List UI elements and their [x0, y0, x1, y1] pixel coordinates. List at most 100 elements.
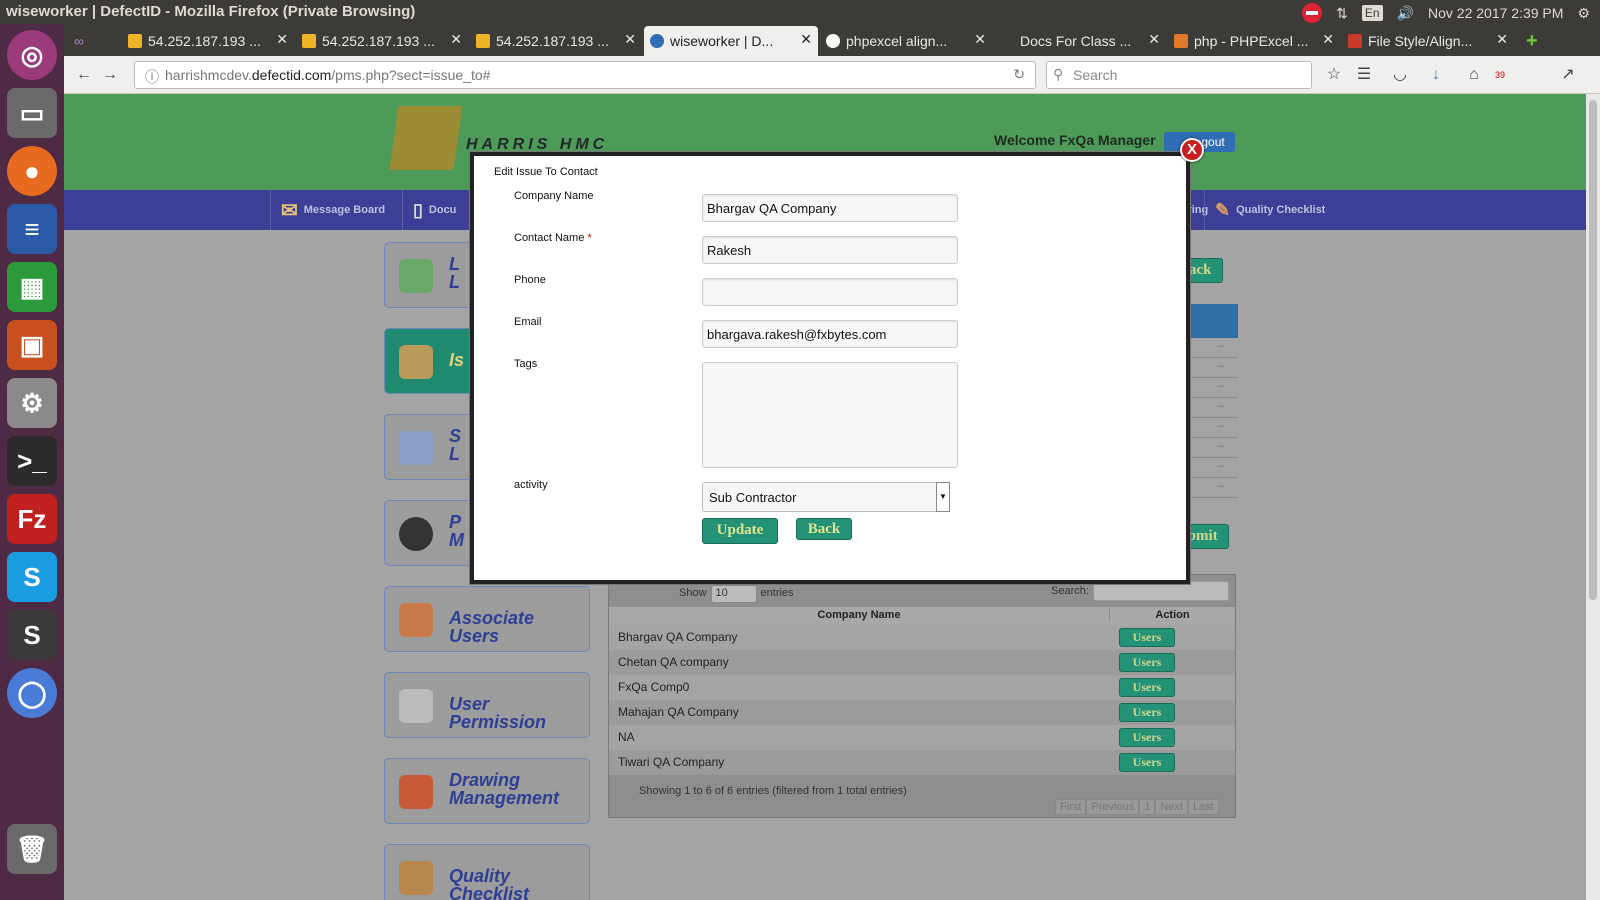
tab-close-icon[interactable]: ✕ [1322, 31, 1334, 48]
sublime-icon[interactable]: S [7, 610, 57, 660]
page-length-select[interactable]: 10 [710, 585, 757, 603]
tab-label: phpexcel align... [846, 33, 948, 49]
browser-tab[interactable]: php - PHPExcel ... ✕ [1168, 26, 1340, 56]
side-card-quality-checklist[interactable]: Quality Checklist [384, 844, 590, 900]
calc-icon[interactable]: ▦ [7, 262, 57, 312]
menu-message-board[interactable]: ✉ Message Board [270, 190, 402, 230]
company-name-cell: NA [618, 730, 635, 744]
ubuntu-dash-icon[interactable]: ◎ [7, 30, 57, 80]
keyboard-language[interactable]: En [1361, 5, 1383, 21]
settings-gear-icon[interactable]: ⚙ [1577, 5, 1590, 22]
launcher: ◎ ▭ ● ≡ ▦ ▣ ⚙ >_ Fz S S ◯ 🗑 [0, 24, 64, 900]
tab-close-icon[interactable]: ✕ [1496, 31, 1508, 48]
activity-select[interactable]: Sub Contractor ▼ [702, 482, 950, 512]
side-card-label: Drawing Management [449, 770, 560, 808]
menu-quality-checklist[interactable]: ✎ Quality Checklist [1204, 190, 1334, 230]
tab-close-icon[interactable]: ✕ [974, 31, 986, 48]
terminal-icon[interactable]: >_ [7, 436, 57, 486]
column-company-name[interactable]: Company Name [609, 609, 1109, 621]
addon-badge[interactable]: 39 [1488, 63, 1512, 87]
firefox-icon[interactable]: ● [7, 146, 57, 196]
pager-page-1[interactable]: 1 [1139, 799, 1156, 815]
users-button[interactable]: Users [1119, 728, 1175, 747]
table-search-input[interactable] [1093, 581, 1229, 601]
trash-icon[interactable]: 🗑 [7, 824, 57, 874]
update-button[interactable]: Update [702, 518, 778, 544]
users-button[interactable]: Users [1119, 628, 1175, 647]
pencil-icon [399, 775, 433, 809]
users-button[interactable]: Users [1119, 678, 1175, 697]
browser-tab[interactable]: Docs For Class ... ✕ [994, 26, 1166, 56]
company-name-field[interactable]: Bhargav QA Company [702, 194, 958, 222]
forward-arrow-icon[interactable]: → [98, 63, 122, 87]
url-bar[interactable]: ⓘ harrishmcdev.defectid.com/pms.php?sect… [134, 61, 1036, 89]
page-scrollbar[interactable] [1586, 94, 1600, 900]
contact-name-label-text: Contact Name [514, 232, 585, 244]
pager-last[interactable]: Last [1187, 799, 1219, 815]
network-icon[interactable]: ⇅ [1336, 5, 1348, 22]
scrollbar-thumb[interactable] [1589, 100, 1597, 600]
reading-list-icon[interactable]: ☰ [1352, 63, 1376, 87]
browser-tab[interactable]: phpexcel align... ✕ [820, 26, 992, 56]
impress-icon[interactable]: ▣ [7, 320, 57, 370]
chevron-down-icon[interactable]: ▼ [936, 482, 950, 512]
email-field[interactable]: bhargava.rakesh@fxbytes.com [702, 320, 958, 348]
phone-field[interactable] [702, 278, 958, 306]
tab-close-icon[interactable]: ✕ [276, 31, 288, 48]
browser-tab[interactable]: File Style/Align... ✕ [1342, 26, 1514, 56]
contact-name-field[interactable]: Rakesh [702, 236, 958, 264]
browser-tab[interactable]: 54.252.187.193 ... ✕ [470, 26, 642, 56]
browser-tab-bar: ∞ 54.252.187.193 ... ✕ 54.252.187.193 ...… [64, 24, 1600, 56]
dialog-back-button[interactable]: Back [796, 518, 852, 540]
no-entry-icon[interactable] [1302, 3, 1323, 23]
tags-textarea[interactable] [702, 362, 958, 468]
bookmark-star-icon[interactable]: ☆ [1322, 63, 1346, 87]
tab-close-icon[interactable]: ✕ [624, 31, 636, 48]
globe-folder-icon [399, 345, 433, 379]
dialog-close-button[interactable]: X [1180, 138, 1204, 162]
clock[interactable]: Nov 22 2017 2:39 PM [1428, 5, 1563, 21]
system-settings-icon[interactable]: ⚙ [7, 378, 57, 428]
tab-label: Docs For Class ... [1020, 33, 1132, 49]
new-tab-plus-icon[interactable]: + [1520, 26, 1550, 56]
chromium-icon[interactable]: ◯ [7, 668, 57, 718]
browser-toolbar: ← → ⓘ harrishmcdev.defectid.com/pms.php?… [64, 56, 1600, 94]
browser-tab-active[interactable]: wiseworker | D... ✕ [644, 26, 818, 56]
volume-icon[interactable]: 🔊 [1397, 5, 1414, 22]
side-card-label: Is [449, 350, 465, 370]
pager-first[interactable]: First [1055, 799, 1087, 815]
info-icon[interactable]: ⓘ [145, 67, 159, 87]
table-row: FxQa Comp0 Users [609, 675, 1235, 700]
pager-next[interactable]: Next [1155, 799, 1188, 815]
tab-close-icon[interactable]: ✕ [450, 31, 462, 48]
menu-documents[interactable]: ▯ Docu [402, 190, 462, 230]
download-icon[interactable]: ↓ [1424, 63, 1448, 87]
window-title: wiseworker | DefectID - Mozilla Firefox … [6, 3, 416, 20]
reload-icon[interactable]: ↻ [1013, 66, 1025, 83]
writer-icon[interactable]: ≡ [7, 204, 57, 254]
files-icon[interactable]: ▭ [7, 88, 57, 138]
users-button[interactable]: Users [1119, 653, 1175, 672]
side-card-associate-users[interactable]: Associate Users [384, 586, 590, 652]
users-button[interactable]: Users [1119, 753, 1175, 772]
pocket-icon[interactable]: ◡ [1388, 63, 1412, 87]
users-button[interactable]: Users [1119, 703, 1175, 722]
pager-previous[interactable]: Previous [1086, 799, 1140, 815]
skype-icon[interactable]: S [7, 552, 57, 602]
tab-close-icon[interactable]: ✕ [1148, 31, 1160, 48]
browser-tab[interactable]: 54.252.187.193 ... ✕ [122, 26, 294, 56]
company-name-label: Company Name [514, 190, 594, 202]
tab-favicon-icon [476, 34, 490, 48]
search-input[interactable]: ⚲ Search [1046, 61, 1312, 89]
home-icon[interactable]: ⌂ [1462, 63, 1486, 87]
entries-label: entries [760, 587, 794, 599]
tab-close-icon[interactable]: ✕ [800, 31, 812, 48]
edit-icon [399, 431, 433, 465]
side-card-user-permission[interactable]: User Permission [384, 672, 590, 738]
browser-tab[interactable]: 54.252.187.193 ... ✕ [296, 26, 468, 56]
side-card-drawing-management[interactable]: Drawing Management [384, 758, 590, 824]
back-arrow-icon[interactable]: ← [72, 63, 96, 87]
tools-icon[interactable]: ↗ [1556, 63, 1580, 87]
filezilla-icon[interactable]: Fz [7, 494, 57, 544]
table-info: Showing 1 to 6 of 6 entries (filtered fr… [639, 785, 907, 797]
